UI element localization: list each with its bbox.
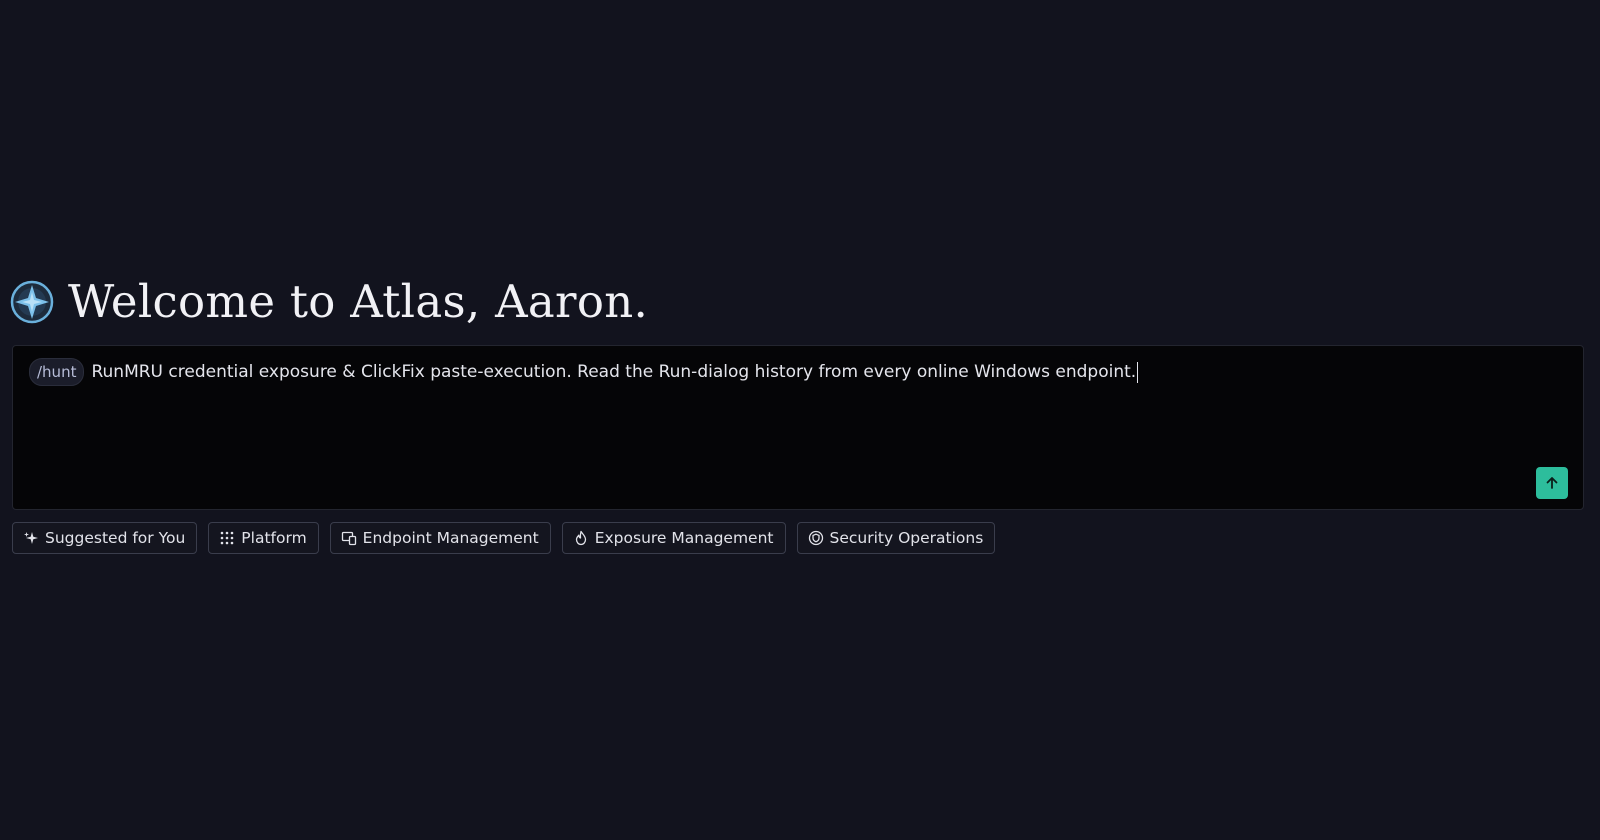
chip-platform[interactable]: Platform — [208, 522, 319, 554]
sparkle-icon — [23, 530, 39, 546]
devices-icon — [341, 530, 357, 546]
chip-security-operations[interactable]: Security Operations — [796, 522, 996, 554]
grid-dots-icon — [219, 530, 235, 546]
prompt-input[interactable]: /hunt RunMRU credential exposure & Click… — [12, 345, 1584, 510]
chip-suggested-for-you[interactable]: Suggested for You — [12, 522, 198, 554]
prompt-text: RunMRU credential exposure & ClickFix pa… — [91, 362, 1137, 382]
send-button[interactable] — [1536, 467, 1568, 499]
atlas-compass-star-icon — [10, 280, 54, 324]
flame-icon — [573, 530, 589, 546]
atlas-home: Welcome to Atlas, Aaron. /hunt RunMRU cr… — [0, 0, 1600, 840]
chip-label: Security Operations — [829, 529, 984, 547]
chip-label: Platform — [241, 529, 307, 547]
chip-label: Suggested for You — [45, 529, 186, 547]
shield-badge-icon — [808, 530, 824, 546]
chip-endpoint-management[interactable]: Endpoint Management — [329, 522, 551, 554]
welcome-header: Welcome to Atlas, Aaron. — [10, 276, 648, 328]
command-chip[interactable]: /hunt — [29, 358, 85, 386]
prompt-line: /hunt RunMRU credential exposure & Click… — [29, 358, 1523, 386]
text-caret — [1137, 361, 1139, 383]
page-title: Welcome to Atlas, Aaron. — [68, 275, 649, 328]
arrow-up-icon — [1546, 477, 1558, 489]
chip-exposure-management[interactable]: Exposure Management — [561, 522, 786, 554]
category-chips: Suggested for You Platform Endpoint Mana… — [12, 522, 996, 554]
chip-label: Endpoint Management — [362, 529, 539, 547]
chip-label: Exposure Management — [594, 529, 774, 547]
